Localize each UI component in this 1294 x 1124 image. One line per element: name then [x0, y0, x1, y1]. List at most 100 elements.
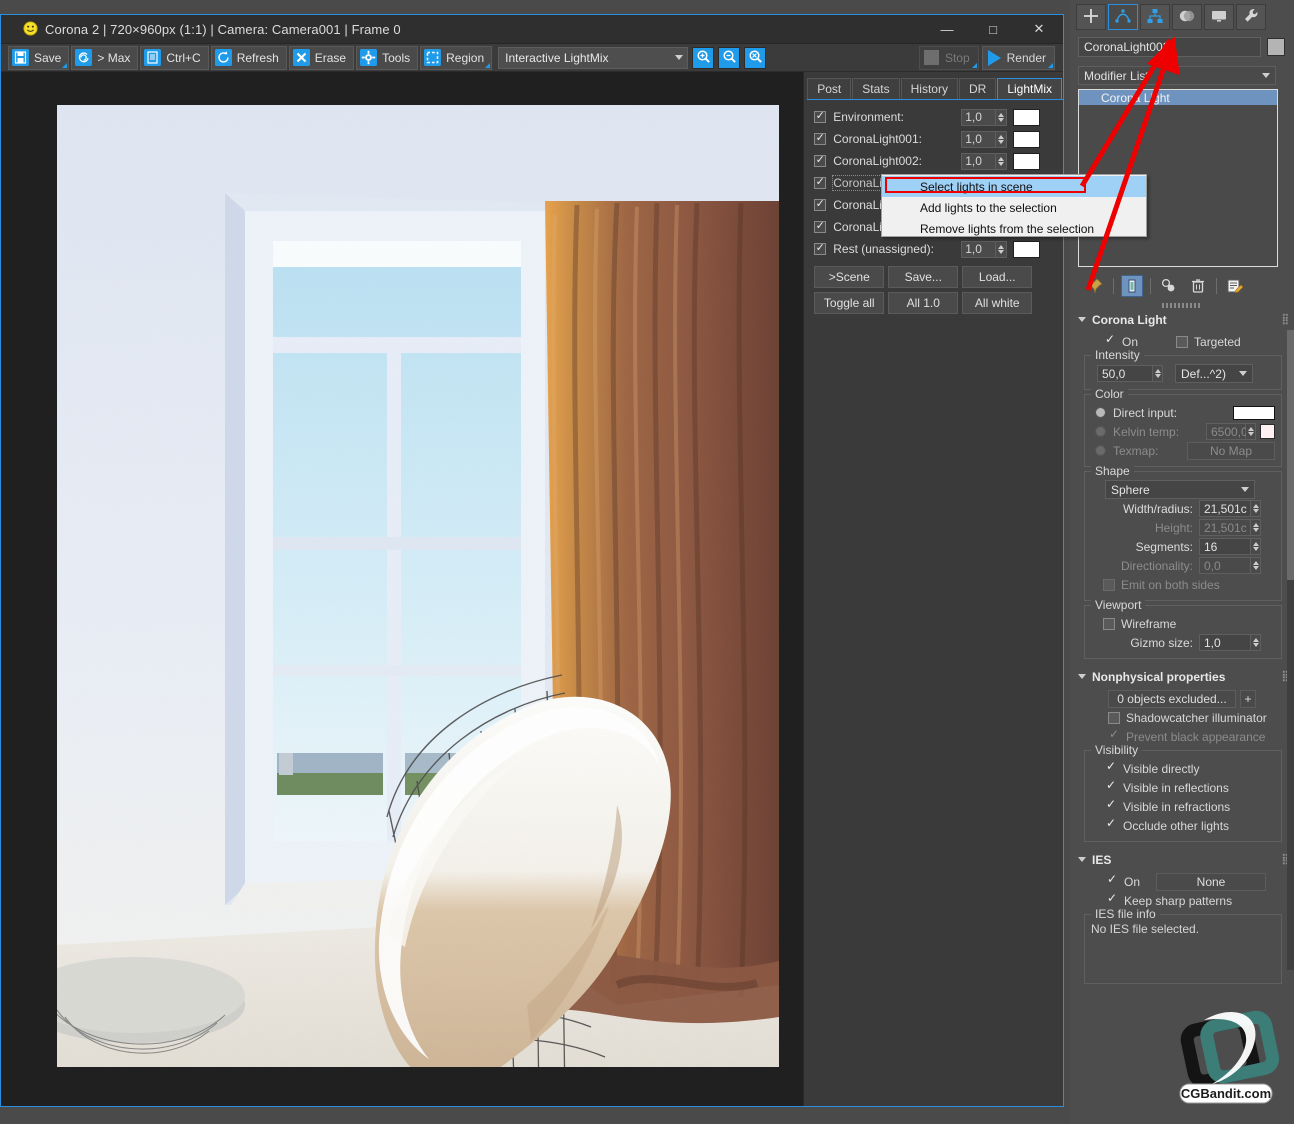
tools-button[interactable]: Tools — [356, 45, 419, 70]
load-lightmix-button[interactable]: Load... — [962, 266, 1033, 288]
tab-display[interactable] — [1204, 4, 1234, 30]
layer-enable-checkbox[interactable] — [814, 133, 827, 145]
keep-sharp-patterns-checkbox[interactable] — [1106, 891, 1118, 907]
configure-modifier-sets-icon[interactable] — [1224, 275, 1246, 297]
tab-hierarchy[interactable] — [1140, 4, 1170, 30]
lightmix-row[interactable]: CoronaLight001: 1,0 — [814, 128, 1063, 150]
to-max-button[interactable]: > Max — [71, 45, 139, 70]
width-radius-spinner[interactable] — [1251, 500, 1261, 517]
lightmix-row[interactable]: Environment: 1,0 — [814, 106, 1063, 128]
render-mode-combo[interactable]: Interactive LightMix — [498, 46, 689, 69]
refresh-button[interactable]: Refresh — [210, 45, 287, 70]
layer-color-swatch[interactable] — [1013, 108, 1041, 126]
lightmix-row[interactable]: Rest (unassigned): 1,0 — [814, 238, 1063, 260]
rollout-header-ies[interactable]: IES ⣿ — [1078, 851, 1289, 868]
command-panel-scrollbar[interactable] — [1287, 330, 1294, 970]
ies-on-checkbox[interactable] — [1106, 872, 1118, 888]
layer-color-swatch[interactable] — [1013, 152, 1041, 170]
region-button[interactable]: Region — [420, 45, 493, 70]
minimize-button[interactable]: — — [924, 15, 970, 43]
context-menu-item-add-lights[interactable]: Add lights to the selection — [882, 197, 1146, 218]
directionality-input[interactable]: 0,0 — [1199, 557, 1251, 574]
stop-button[interactable]: Stop — [918, 45, 979, 70]
kelvin-color-swatch[interactable] — [1260, 424, 1275, 439]
visible-in-refractions-checkbox[interactable] — [1105, 797, 1117, 813]
layer-enable-checkbox[interactable] — [814, 111, 827, 123]
layer-enable-checkbox[interactable] — [814, 155, 827, 167]
shadowcatcher-illuminator-checkbox[interactable] — [1108, 711, 1120, 724]
light-on-checkbox[interactable] — [1104, 332, 1116, 348]
occlude-other-lights-checkbox[interactable] — [1105, 816, 1117, 832]
zoom-in-button[interactable] — [692, 46, 715, 69]
wireframe-checkbox[interactable] — [1103, 617, 1115, 630]
direct-input-radio[interactable] — [1095, 407, 1106, 418]
remove-modifier-icon[interactable] — [1187, 275, 1209, 297]
erase-button[interactable]: Erase — [288, 45, 355, 70]
shape-type-dropdown[interactable]: Sphere — [1105, 480, 1255, 499]
all-white-button[interactable]: All white — [962, 292, 1033, 314]
close-button[interactable]: ✕ — [1016, 15, 1062, 43]
tab-post[interactable]: Post — [807, 78, 852, 99]
save-lightmix-button[interactable]: Save... — [888, 266, 959, 288]
layer-enable-checkbox[interactable] — [814, 243, 827, 255]
intensity-units-dropdown[interactable]: Def...^2) — [1175, 364, 1253, 383]
object-color-swatch[interactable] — [1267, 38, 1285, 56]
save-button[interactable]: Save — [8, 45, 70, 70]
layer-intensity-spinner[interactable] — [996, 240, 1008, 258]
kelvin-temp-spinner[interactable] — [1246, 423, 1256, 440]
layer-color-swatch[interactable] — [1013, 130, 1041, 148]
scrollbar-thumb[interactable] — [1287, 330, 1294, 580]
layer-intensity-input[interactable]: 1,0 — [961, 130, 997, 148]
copy-button[interactable]: Ctrl+C — [140, 45, 209, 70]
tab-utilities[interactable] — [1236, 4, 1266, 30]
tab-lightmix[interactable]: LightMix — [997, 78, 1062, 99]
stack-item-corona-light[interactable]: Corona Light — [1079, 90, 1277, 105]
kelvin-temp-radio[interactable] — [1095, 426, 1106, 437]
kelvin-temp-input[interactable]: 6500,0 — [1206, 423, 1248, 440]
visible-directly-checkbox[interactable] — [1105, 759, 1117, 775]
modifier-list-dropdown[interactable]: Modifier List — [1078, 66, 1276, 85]
render-canvas-area[interactable] — [1, 72, 805, 1106]
tab-history[interactable]: History — [900, 78, 958, 99]
emit-both-sides-checkbox[interactable] — [1103, 578, 1115, 591]
toggle-all-button[interactable]: Toggle all — [814, 292, 885, 314]
segments-input[interactable]: 16 — [1199, 538, 1251, 555]
layer-intensity-spinner[interactable] — [996, 152, 1008, 170]
context-menu-item-select-lights[interactable]: Select lights in scene — [882, 176, 1146, 197]
tab-stats[interactable]: Stats — [852, 78, 900, 99]
tab-create[interactable] — [1076, 4, 1106, 30]
layer-enable-checkbox[interactable] — [814, 221, 827, 233]
to-scene-button[interactable]: >Scene — [814, 266, 885, 288]
height-input[interactable]: 21,501c — [1199, 519, 1251, 536]
layer-intensity-input[interactable]: 1,0 — [961, 108, 997, 126]
objects-excluded-button[interactable]: 0 objects excluded... — [1108, 689, 1236, 708]
visible-in-reflections-checkbox[interactable] — [1105, 778, 1117, 794]
texmap-map-button[interactable]: No Map — [1187, 441, 1275, 460]
texmap-radio[interactable] — [1095, 445, 1106, 456]
context-menu-item-remove-lights[interactable]: Remove lights from the selection — [882, 218, 1146, 239]
layer-intensity-spinner[interactable] — [996, 130, 1008, 148]
targeted-checkbox[interactable] — [1176, 335, 1189, 348]
rollout-header-nonphysical[interactable]: Nonphysical properties ⣿ — [1078, 668, 1289, 685]
segments-spinner[interactable] — [1251, 538, 1261, 555]
maximize-button[interactable]: □ — [970, 15, 1016, 43]
tab-modify[interactable] — [1108, 4, 1138, 30]
make-unique-icon[interactable] — [1158, 275, 1180, 297]
gizmo-size-spinner[interactable] — [1251, 634, 1261, 651]
gizmo-size-input[interactable]: 1,0 — [1199, 634, 1251, 651]
add-exclusion-button[interactable]: + — [1240, 689, 1256, 708]
intensity-input[interactable]: 50,0 — [1097, 365, 1153, 382]
all-one-button[interactable]: All 1.0 — [888, 292, 959, 314]
height-spinner[interactable] — [1251, 519, 1261, 536]
tab-dr[interactable]: DR — [958, 78, 997, 99]
width-radius-input[interactable]: 21,501c — [1199, 500, 1251, 517]
tab-motion[interactable] — [1172, 4, 1202, 30]
layer-enable-checkbox[interactable] — [814, 177, 827, 189]
zoom-reset-button[interactable] — [744, 46, 767, 69]
zoom-out-button[interactable] — [718, 46, 741, 69]
layer-enable-checkbox[interactable] — [814, 199, 827, 211]
directionality-spinner[interactable] — [1251, 557, 1261, 574]
panel-resize-grip[interactable] — [1162, 303, 1202, 308]
layer-intensity-spinner[interactable] — [996, 108, 1008, 126]
pin-stack-icon[interactable] — [1084, 275, 1106, 297]
